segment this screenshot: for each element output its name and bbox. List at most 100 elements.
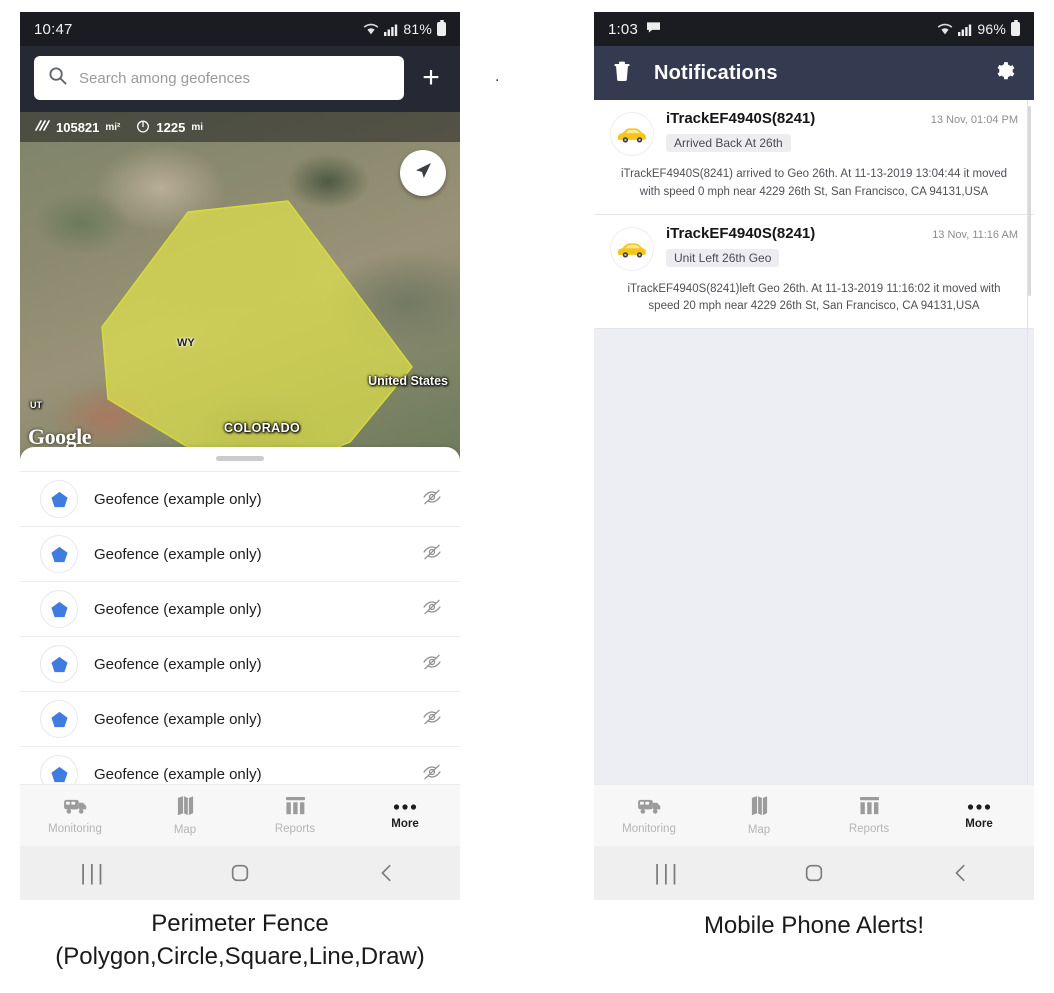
eye-off-icon[interactable] xyxy=(422,542,442,567)
back-chevron-icon[interactable] xyxy=(313,862,460,884)
nav-item-monitoring[interactable]: Monitoring xyxy=(594,797,704,835)
more-dots-icon xyxy=(393,802,417,814)
perimeter-clock-icon xyxy=(136,119,150,136)
map-label-wyoming: WY xyxy=(177,337,195,349)
notification-headings: iTrackEF4940S(8241) 13 Nov, 11:16 AM Unit … xyxy=(666,225,1018,267)
page-title: Notifications xyxy=(654,61,778,84)
eye-off-icon[interactable] xyxy=(422,762,442,787)
map-icon xyxy=(750,795,769,820)
pentagon-icon xyxy=(40,590,78,628)
home-square-icon[interactable] xyxy=(741,862,888,884)
geofence-list: Geofence (example only) Geofence (example… xyxy=(20,471,460,801)
scrollbar-thumb[interactable] xyxy=(1028,106,1031,296)
nav-item-reports[interactable]: Reports xyxy=(814,796,924,835)
right-caption-line1: Mobile Phone Alerts! xyxy=(703,912,925,939)
bus-icon xyxy=(637,797,662,819)
reports-icon xyxy=(859,796,880,819)
device-name: iTrackEF4940S(8241) xyxy=(666,224,816,242)
device-name: iTrackEF4940S(8241) xyxy=(666,110,816,127)
geofence-list-item[interactable]: Geofence (example only) xyxy=(20,691,460,746)
nav-item-label: Monitoring xyxy=(48,822,102,835)
left-system-nav: ||| xyxy=(20,846,460,900)
bus-icon xyxy=(63,797,88,819)
eye-off-icon[interactable] xyxy=(422,707,442,732)
nav-item-more[interactable]: More xyxy=(924,802,1034,830)
nav-item-monitoring[interactable]: Monitoring xyxy=(20,797,130,835)
pentagon-icon xyxy=(40,645,78,683)
map-label-united-states: United States xyxy=(368,374,448,388)
nav-item-label: Map xyxy=(747,824,771,836)
pentagon-icon xyxy=(40,480,78,518)
left-caption-line2: (Polygon,Circle,Square,Line,Draw) xyxy=(55,942,425,970)
locate-me-button[interactable] xyxy=(400,150,446,196)
screenshot-root: 10:47 81% + xyxy=(0,0,1054,993)
search-input-container[interactable] xyxy=(34,56,404,100)
chat-bubble-icon xyxy=(646,21,661,38)
left-caption: Perimeter Fence (Polygon,Circle,Square,L… xyxy=(20,908,460,973)
right-bottom-nav: Monitoring Map Reports More xyxy=(594,784,1034,846)
eye-off-icon[interactable] xyxy=(422,597,442,622)
status-badge: Unit Left 26th Geo xyxy=(666,248,780,267)
eye-off-icon[interactable] xyxy=(422,652,442,677)
right-caption: Mobile Phone Alerts! xyxy=(594,910,1034,943)
cellular-signal-icon xyxy=(958,23,972,36)
geofence-name: Geofence (example only) xyxy=(94,545,262,563)
notification-title-row: iTrackEF4940S(8241) 13 Nov, 01:04 PM xyxy=(666,110,1018,127)
map-area-unit: mi² xyxy=(105,121,121,133)
nav-item-map[interactable]: Map xyxy=(704,795,814,836)
geofence-list-item[interactable]: Geofence (example only) xyxy=(20,581,460,636)
right-system-nav: ||| xyxy=(594,846,1034,900)
map-perimeter-unit: mi xyxy=(191,121,203,133)
pentagon-icon xyxy=(40,535,78,573)
more-dots-icon xyxy=(967,802,991,814)
reports-icon xyxy=(285,796,306,819)
back-chevron-icon[interactable] xyxy=(887,862,1034,884)
notification-header: iTrackEF4940S(8241) 13 Nov, 01:04 PM Arriv… xyxy=(610,110,1018,156)
map-area-value: 105821 xyxy=(56,119,100,135)
status-badge: Arrived Back At 26th xyxy=(666,134,791,152)
geofence-list-item[interactable]: Geofence (example only) xyxy=(20,636,460,691)
home-square-icon[interactable] xyxy=(167,862,314,884)
left-status-bar: 10:47 81% xyxy=(20,12,460,46)
notifications-scroll-area[interactable]: iTrackEF4940S(8241) 13 Nov, 01:04 PM Arriv… xyxy=(594,100,1034,784)
map-icon xyxy=(176,795,195,820)
gear-icon[interactable] xyxy=(994,60,1016,87)
sheet-drag-handle[interactable] xyxy=(216,456,264,461)
add-geofence-button[interactable]: + xyxy=(414,61,448,95)
map-view[interactable]: 105821 mi² 1225 mi WY UT COLORADO United… xyxy=(20,112,460,459)
geofence-list-item[interactable]: Geofence (example only) xyxy=(20,471,460,526)
geofence-list-item[interactable]: Geofence (example only) xyxy=(20,526,460,581)
battery-icon xyxy=(437,20,446,36)
eye-off-icon[interactable] xyxy=(422,487,442,512)
map-label-utah: UT xyxy=(30,400,42,410)
nav-item-map[interactable]: Map xyxy=(130,795,240,836)
map-label-colorado: COLORADO xyxy=(224,421,301,435)
yellow-car-icon xyxy=(610,112,654,156)
notification-title-row: iTrackEF4940S(8241) 13 Nov, 11:16 AM xyxy=(666,225,1018,242)
geofence-name: Geofence (example only) xyxy=(94,655,262,673)
wifi-icon xyxy=(937,23,953,36)
nav-item-reports[interactable]: Reports xyxy=(240,796,350,835)
notification-timestamp: 13 Nov, 11:16 AM xyxy=(932,228,1018,241)
search-input[interactable] xyxy=(79,69,390,87)
nav-item-more[interactable]: More xyxy=(350,802,460,830)
pentagon-icon xyxy=(40,700,78,738)
yellow-car-icon xyxy=(610,226,654,271)
nav-item-label: More xyxy=(965,817,993,830)
stray-dot-mark: . xyxy=(495,68,500,85)
navigate-arrow-icon xyxy=(411,159,435,188)
recents-button[interactable]: ||| xyxy=(20,860,167,886)
geofence-name: Geofence (example only) xyxy=(94,710,262,728)
search-bar: + xyxy=(20,46,460,112)
notification-card[interactable]: iTrackEF4940S(8241) 13 Nov, 11:16 AM Unit … xyxy=(594,214,1034,330)
left-phone-screenshot: 10:47 81% + xyxy=(20,12,460,900)
geofence-name: Geofence (example only) xyxy=(94,765,262,783)
notifications-app-bar: Notifications xyxy=(594,46,1034,100)
status-indicators: 81% xyxy=(363,20,446,37)
notification-body: iTrackEF4940S(8241) arrived to Geo 26th.… xyxy=(620,168,1008,198)
trash-icon[interactable] xyxy=(612,60,632,87)
notification-card[interactable]: iTrackEF4940S(8241) 13 Nov, 01:04 PM Arriv… xyxy=(594,100,1034,215)
recents-button[interactable]: ||| xyxy=(594,860,741,886)
nav-item-label: More xyxy=(391,817,419,830)
battery-percent: 81% xyxy=(403,21,432,37)
